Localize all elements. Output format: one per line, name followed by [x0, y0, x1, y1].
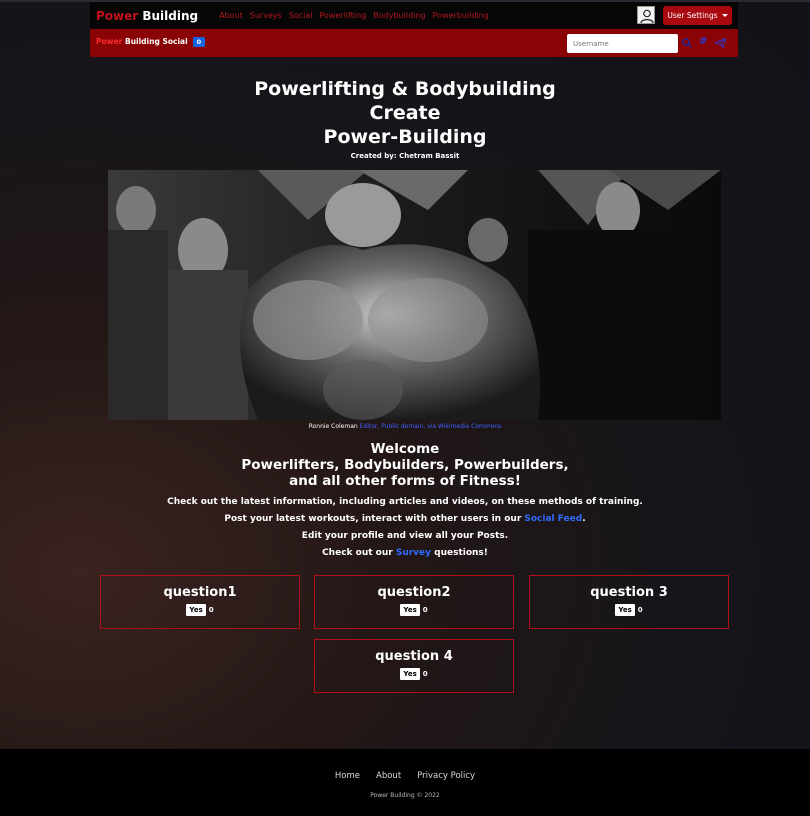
- nav-link-surveys[interactable]: Surveys: [250, 11, 282, 20]
- question-card: question1 Yes 0: [100, 575, 300, 629]
- info-line2-post: .: [582, 514, 586, 524]
- main-navbar: Power Building About Surveys Social Powe…: [90, 2, 738, 29]
- caption-attribution-link[interactable]: Editor, Public domain, via Wikimedia Com…: [360, 423, 502, 430]
- info-line3: Edit your profile and view all your Post…: [301, 531, 509, 541]
- yes-count: 0: [637, 606, 643, 614]
- question-title: question 4: [375, 649, 453, 664]
- caret-down-icon: [721, 14, 728, 17]
- footer-link-privacy[interactable]: Privacy Policy: [417, 771, 475, 781]
- yes-count: 0: [208, 606, 214, 614]
- hero-title: Powerlifting & Bodybuilding Create Power…: [0, 77, 810, 149]
- vote-row: Yes 0: [315, 668, 513, 680]
- social-feed-link[interactable]: Social Feed: [524, 514, 582, 524]
- copyright-text: Power Building © 2022: [370, 792, 440, 799]
- question-card: question2 Yes 0: [314, 575, 514, 629]
- info-line2-pre: Post your latest workouts, interact with…: [224, 514, 525, 524]
- info-line4-pre: Check out our: [322, 548, 396, 558]
- welcome-heading: Welcome Powerlifters, Bodybuilders, Powe…: [0, 441, 810, 489]
- user-avatar-icon[interactable]: [637, 6, 655, 24]
- yes-count: 0: [422, 606, 428, 614]
- social-brand-white: Building Social: [122, 36, 188, 46]
- yes-button[interactable]: Yes: [615, 604, 635, 616]
- yes-button[interactable]: Yes: [186, 604, 206, 616]
- footer-link-home[interactable]: Home: [335, 771, 360, 781]
- brand-red-text: Power: [96, 8, 139, 23]
- brand-white-text: Building: [138, 8, 199, 23]
- vote-row: Yes 0: [530, 604, 728, 616]
- question-title: question 3: [590, 585, 668, 600]
- hero-title-line3: Power-Building: [323, 126, 487, 148]
- footer: Home About Privacy Policy Power Building…: [0, 749, 810, 816]
- nav-link-social[interactable]: Social: [289, 11, 313, 20]
- welcome-line1: Welcome: [370, 441, 440, 457]
- footer-links: Home About Privacy Policy: [0, 771, 810, 781]
- info-text: Check out the latest information, includ…: [0, 494, 810, 562]
- username-search-input[interactable]: [567, 34, 678, 53]
- social-brand-red: Power: [96, 36, 123, 46]
- send-icon[interactable]: [713, 37, 727, 51]
- survey-link[interactable]: Survey: [396, 548, 431, 558]
- nav-link-about[interactable]: About: [219, 11, 243, 20]
- nav-link-powerbuilding[interactable]: Powerbuilding: [433, 11, 489, 20]
- info-line1: Check out the latest information, includ…: [167, 497, 643, 507]
- user-settings-dropdown[interactable]: User Settings: [663, 6, 732, 25]
- nav-link-bodybuilding[interactable]: Bodybuilding: [373, 11, 425, 20]
- info-line2: Post your latest workouts, interact with…: [0, 511, 810, 528]
- question-title: question2: [377, 585, 451, 600]
- question-card: question 3 Yes 0: [529, 575, 729, 629]
- hero-title-line2: Create: [369, 102, 441, 124]
- created-by-text: Created by: Chetram Bassit: [350, 152, 460, 160]
- question-title: question1: [163, 585, 237, 600]
- search-icon[interactable]: [682, 38, 692, 51]
- vote-row: Yes 0: [101, 604, 299, 616]
- yes-count: 0: [422, 670, 428, 678]
- yes-button[interactable]: Yes: [400, 604, 420, 616]
- social-subbar: Power Building Social 0 #: [90, 29, 738, 57]
- nav-link-powerlifting[interactable]: Powerlifting: [320, 11, 367, 20]
- welcome-line3: and all other forms of Fitness!: [289, 473, 521, 489]
- nav-links: About Surveys Social Powerlifting Bodybu…: [219, 11, 489, 20]
- info-line4: Check out our Survey questions!: [0, 545, 810, 562]
- brand-logo[interactable]: Power Building: [96, 9, 198, 23]
- user-settings-label: User Settings: [667, 11, 718, 20]
- info-line4-post: questions!: [431, 548, 488, 558]
- social-brand-link[interactable]: Power Building Social 0: [96, 36, 206, 47]
- question-card: question 4 Yes 0: [314, 639, 514, 693]
- caption-name: Ronnie Coleman: [308, 423, 358, 430]
- photo-caption: Ronnie Coleman Editor, Public domain, vi…: [0, 423, 810, 430]
- yes-button[interactable]: Yes: [400, 668, 420, 680]
- welcome-line2: Powerlifters, Bodybuilders, Powerbuilder…: [241, 457, 569, 473]
- hashtag-icon[interactable]: #: [699, 36, 707, 47]
- bodybuilder-photo: [108, 170, 721, 420]
- footer-link-about[interactable]: About: [376, 771, 401, 781]
- vote-row: Yes 0: [315, 604, 513, 616]
- notification-badge: 0: [192, 36, 206, 47]
- hero-title-line1: Powerlifting & Bodybuilding: [254, 78, 556, 100]
